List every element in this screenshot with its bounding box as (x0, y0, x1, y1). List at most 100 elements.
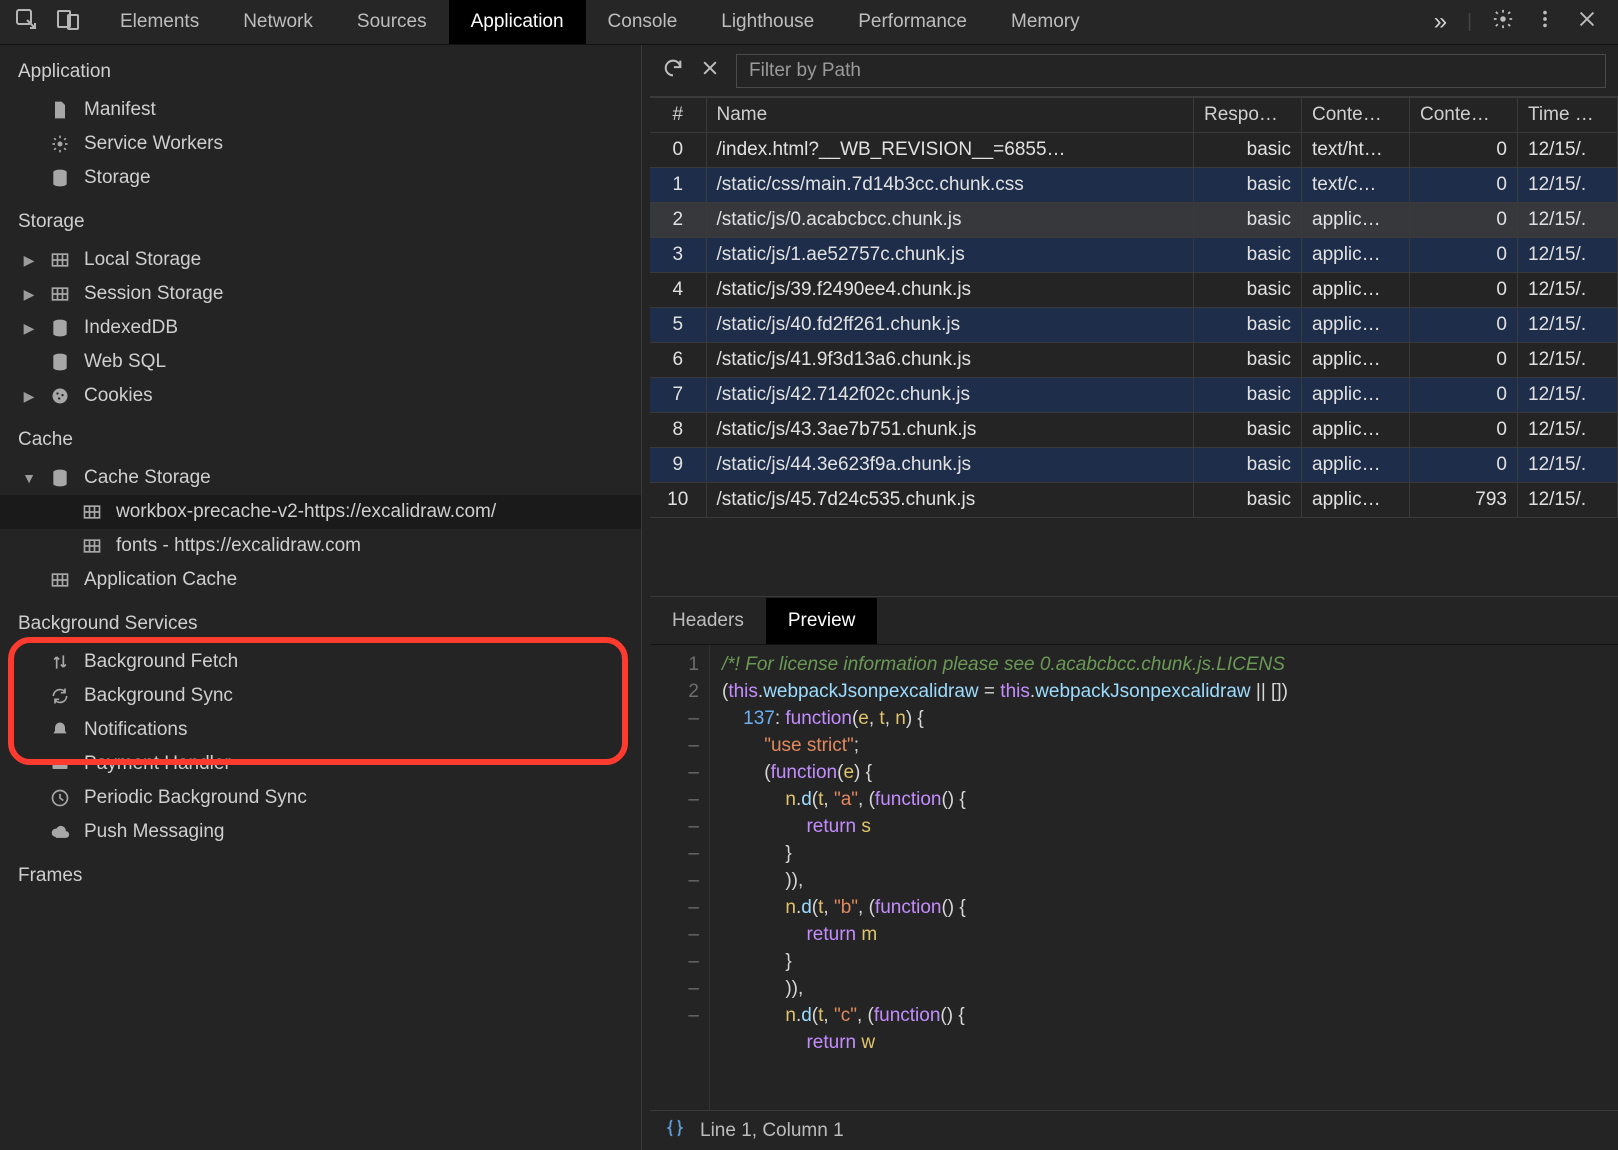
sidebar-item-label: Cache Storage (84, 467, 211, 489)
code-text[interactable]: /*! For license information please see 0… (710, 645, 1288, 1110)
close-icon[interactable] (1576, 8, 1598, 36)
expand-arrow-icon[interactable]: ▶ (22, 320, 36, 337)
cursor-position: Line 1, Column 1 (700, 1120, 844, 1142)
cell: basic (1194, 133, 1302, 168)
sidebar-item-service-workers[interactable]: Service Workers (0, 127, 641, 161)
cell: 4 (650, 273, 706, 308)
expand-arrow-icon[interactable]: ▶ (22, 252, 36, 269)
cell: applic… (1302, 448, 1410, 483)
sidebar-item-payment-handler[interactable]: Payment Handler (0, 747, 641, 781)
sidebar-item-push-messaging[interactable]: Push Messaging (0, 815, 641, 849)
settings-icon[interactable] (1492, 8, 1514, 36)
cell: basic (1194, 308, 1302, 343)
cell: /static/js/45.7d24c535.chunk.js (706, 483, 1194, 518)
table-row[interactable]: 8/static/js/43.3ae7b751.chunk.jsbasicapp… (650, 413, 1618, 448)
tab-elements[interactable]: Elements (98, 0, 221, 44)
preview-tab-headers[interactable]: Headers (650, 598, 766, 644)
cell: 6 (650, 343, 706, 378)
sidebar-item-cache-storage[interactable]: ▼ Cache Storage (0, 461, 641, 495)
cell: 12/15/. (1518, 413, 1618, 448)
cell: /static/js/44.3e623f9a.chunk.js (706, 448, 1194, 483)
cell: /index.html?__WB_REVISION__=6855… (706, 133, 1194, 168)
kebab-icon[interactable] (1534, 8, 1556, 36)
expand-arrow-icon[interactable]: ▶ (22, 286, 36, 303)
sidebar-item-storage[interactable]: Storage (0, 161, 641, 195)
cell: basic (1194, 343, 1302, 378)
table-row[interactable]: 1/static/css/main.7d14b3cc.chunk.cssbasi… (650, 168, 1618, 203)
tab-lighthouse[interactable]: Lighthouse (699, 0, 836, 44)
sidebar-subitem[interactable]: workbox-precache-v2-https://excalidraw.c… (0, 495, 641, 529)
more-tabs-icon[interactable]: » (1434, 8, 1447, 36)
sidebar-item-periodic-background-sync[interactable]: Periodic Background Sync (0, 781, 641, 815)
refresh-icon[interactable] (662, 57, 684, 85)
cell: 12/15/. (1518, 308, 1618, 343)
cell: 12/15/. (1518, 378, 1618, 413)
sidebar-subitem[interactable]: fonts - https://excalidraw.com (0, 529, 641, 563)
col-header[interactable]: Time … (1518, 98, 1618, 133)
sidebar-item-session-storage[interactable]: ▶Session Storage (0, 277, 641, 311)
sidebar-item-cookies[interactable]: ▶Cookies (0, 379, 641, 413)
cookie-icon (48, 386, 72, 406)
table-row[interactable]: 6/static/js/41.9f3d13a6.chunk.jsbasicapp… (650, 343, 1618, 378)
cell: applic… (1302, 378, 1410, 413)
cell: applic… (1302, 308, 1410, 343)
expand-arrow-icon[interactable]: ▼ (22, 470, 36, 486)
sidebar-item-notifications[interactable]: Notifications (0, 713, 641, 747)
tab-application[interactable]: Application (449, 0, 586, 44)
braces-icon[interactable] (664, 1117, 686, 1145)
col-header[interactable]: Conte… (1302, 98, 1410, 133)
gutter-line: – (650, 894, 699, 921)
tab-console[interactable]: Console (586, 0, 700, 44)
cell: basic (1194, 448, 1302, 483)
clock-icon (48, 788, 72, 808)
preview-tabs: HeadersPreview (650, 597, 1618, 645)
sidebar-item-label: Service Workers (84, 133, 223, 155)
table-row[interactable]: 5/static/js/40.fd2ff261.chunk.jsbasicapp… (650, 308, 1618, 343)
group-application: Application (0, 45, 641, 93)
sidebar-item-label: Notifications (84, 719, 188, 741)
cell: applic… (1302, 273, 1410, 308)
sidebar-item-manifest[interactable]: Manifest (0, 93, 641, 127)
grid-icon (48, 284, 72, 304)
tab-network[interactable]: Network (221, 0, 335, 44)
device-icon[interactable] (56, 7, 80, 37)
filter-input[interactable] (736, 54, 1606, 88)
tab-memory[interactable]: Memory (989, 0, 1102, 44)
col-header[interactable]: Respo… (1194, 98, 1302, 133)
grid-icon (48, 250, 72, 270)
expand-arrow-icon[interactable]: ▶ (22, 388, 36, 405)
table-row[interactable]: 9/static/js/44.3e623f9a.chunk.jsbasicapp… (650, 448, 1618, 483)
sidebar-item-local-storage[interactable]: ▶Local Storage (0, 243, 641, 277)
gutter-line: – (650, 840, 699, 867)
grid-icon (80, 502, 104, 522)
sidebar-item-web-sql[interactable]: Web SQL (0, 345, 641, 379)
cell: 10 (650, 483, 706, 518)
table-row[interactable]: 7/static/js/42.7142f02c.chunk.jsbasicapp… (650, 378, 1618, 413)
cell: 0 (1410, 273, 1518, 308)
tab-sources[interactable]: Sources (335, 0, 449, 44)
cell: 0 (1410, 133, 1518, 168)
cell: 12/15/. (1518, 238, 1618, 273)
sidebar-item-background-sync[interactable]: Background Sync (0, 679, 641, 713)
sidebar-item-indexeddb[interactable]: ▶IndexedDB (0, 311, 641, 345)
cell: 0 (1410, 413, 1518, 448)
preview-tab-preview[interactable]: Preview (766, 598, 878, 644)
table-row[interactable]: 0/index.html?__WB_REVISION__=6855…basict… (650, 133, 1618, 168)
clear-icon[interactable] (700, 58, 720, 84)
gutter-line: – (650, 1002, 699, 1029)
col-header[interactable]: Name (706, 98, 1194, 133)
table-row[interactable]: 3/static/js/1.ae52757c.chunk.jsbasicappl… (650, 238, 1618, 273)
table-row[interactable]: 2/static/js/0.acabcbcc.chunk.jsbasicappl… (650, 203, 1618, 238)
col-header[interactable]: # (650, 98, 706, 133)
table-row[interactable]: 4/static/js/39.f2490ee4.chunk.jsbasicapp… (650, 273, 1618, 308)
col-header[interactable]: Conte… (1410, 98, 1518, 133)
vertical-resizer[interactable] (642, 45, 650, 1150)
cell: 0 (1410, 203, 1518, 238)
sidebar-item-application-cache[interactable]: Application Cache (0, 563, 641, 597)
gutter-line: – (650, 948, 699, 975)
code-gutter: 12–––––––––––– (650, 645, 710, 1110)
inspect-icon[interactable] (14, 7, 38, 37)
table-row[interactable]: 10/static/js/45.7d24c535.chunk.jsbasicap… (650, 483, 1618, 518)
sidebar-item-background-fetch[interactable]: Background Fetch (0, 645, 641, 679)
tab-performance[interactable]: Performance (836, 0, 989, 44)
